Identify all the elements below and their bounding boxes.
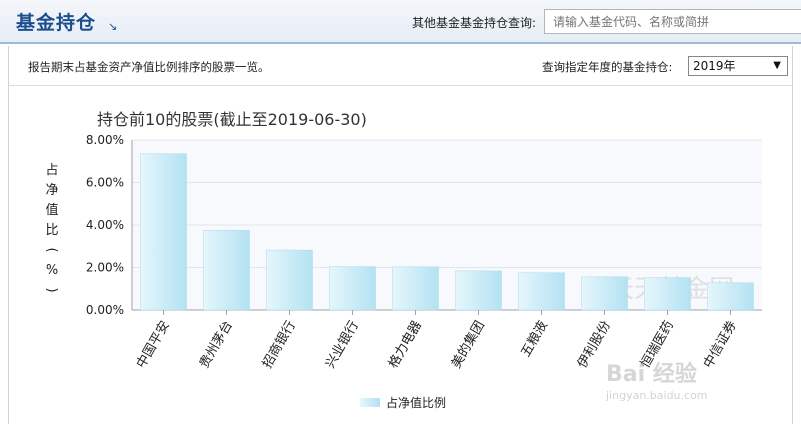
chart-bar (266, 249, 313, 311)
fund-search-label: 其他基金基金持仓查询: (412, 16, 537, 30)
page-title: 基金持仓 (16, 12, 97, 34)
x-tick-label: 中信证券 (700, 318, 740, 371)
y-axis-label-char: 比 (45, 223, 58, 238)
fund-search-input[interactable] (544, 9, 801, 34)
legend-swatch (360, 398, 380, 407)
y-axis-label-char: 占 (45, 163, 58, 178)
info-bar: 报告期末占基金资产净值比例排序的股票一览。 查询指定年度的基金持仓: 2019年… (8, 46, 793, 86)
x-tick-label: 兴业银行 (323, 319, 362, 372)
x-tick-label: 五粮液 (518, 319, 550, 360)
chart-bar (581, 276, 628, 311)
year-select[interactable]: 2019年 ▼ (688, 56, 788, 76)
y-tick-label: 8.00% (86, 133, 124, 147)
chart-bar (707, 282, 754, 311)
x-tick-label: 中国平安 (134, 319, 173, 372)
chart-bar (644, 277, 691, 311)
y-axis-label-char: % (46, 263, 58, 278)
chart-bar (203, 230, 250, 311)
chart-panel: 0.00%2.00%4.00%6.00%8.00%天天基金网中国平安贵州茅台招商… (8, 86, 793, 424)
year-select-value: 2019年 (693, 59, 736, 73)
page-header: 基金持仓 ↘ 其他基金基金持仓查询: (0, 0, 801, 44)
y-tick-label: 4.00% (86, 218, 124, 232)
expand-arrow-icon[interactable]: ↘ (108, 20, 117, 33)
y-tick-label: 6.00% (86, 176, 124, 190)
chart-bar (392, 266, 439, 311)
baidu-watermark: Bai 经验 (606, 361, 697, 387)
chart-title: 持仓前10的股票(截止至2019-06-30) (97, 110, 367, 129)
y-axis-label-char: 净 (45, 183, 58, 198)
holdings-bar-chart: 0.00%2.00%4.00%6.00%8.00%天天基金网中国平安贵州茅台招商… (44, 110, 762, 410)
baidu-watermark-url: jingyan.baidu.com (605, 389, 708, 402)
x-tick-label: 招商银行 (260, 319, 299, 372)
y-axis-label-char: ) (44, 287, 59, 292)
x-tick-label: 贵州茅台 (197, 319, 236, 372)
chart-bar (140, 153, 187, 311)
year-select-label: 查询指定年度的基金持仓: (542, 60, 673, 74)
dropdown-arrow-icon: ▼ (773, 60, 781, 71)
y-axis-label-char: 值 (45, 202, 58, 218)
chart-bar (329, 266, 376, 311)
x-tick-label: 格力电器 (385, 318, 425, 371)
chart-bar (518, 272, 565, 311)
holdings-description: 报告期末占基金资产净值比例排序的股票一览。 (28, 60, 270, 74)
x-tick-label: 美的集团 (448, 318, 488, 371)
chart-bar (455, 270, 502, 311)
legend-label: 占净值比例 (386, 395, 446, 410)
y-tick-label: 2.00% (86, 261, 124, 275)
y-tick-label: 0.00% (86, 303, 124, 317)
y-axis-label-char: ( (44, 247, 59, 252)
